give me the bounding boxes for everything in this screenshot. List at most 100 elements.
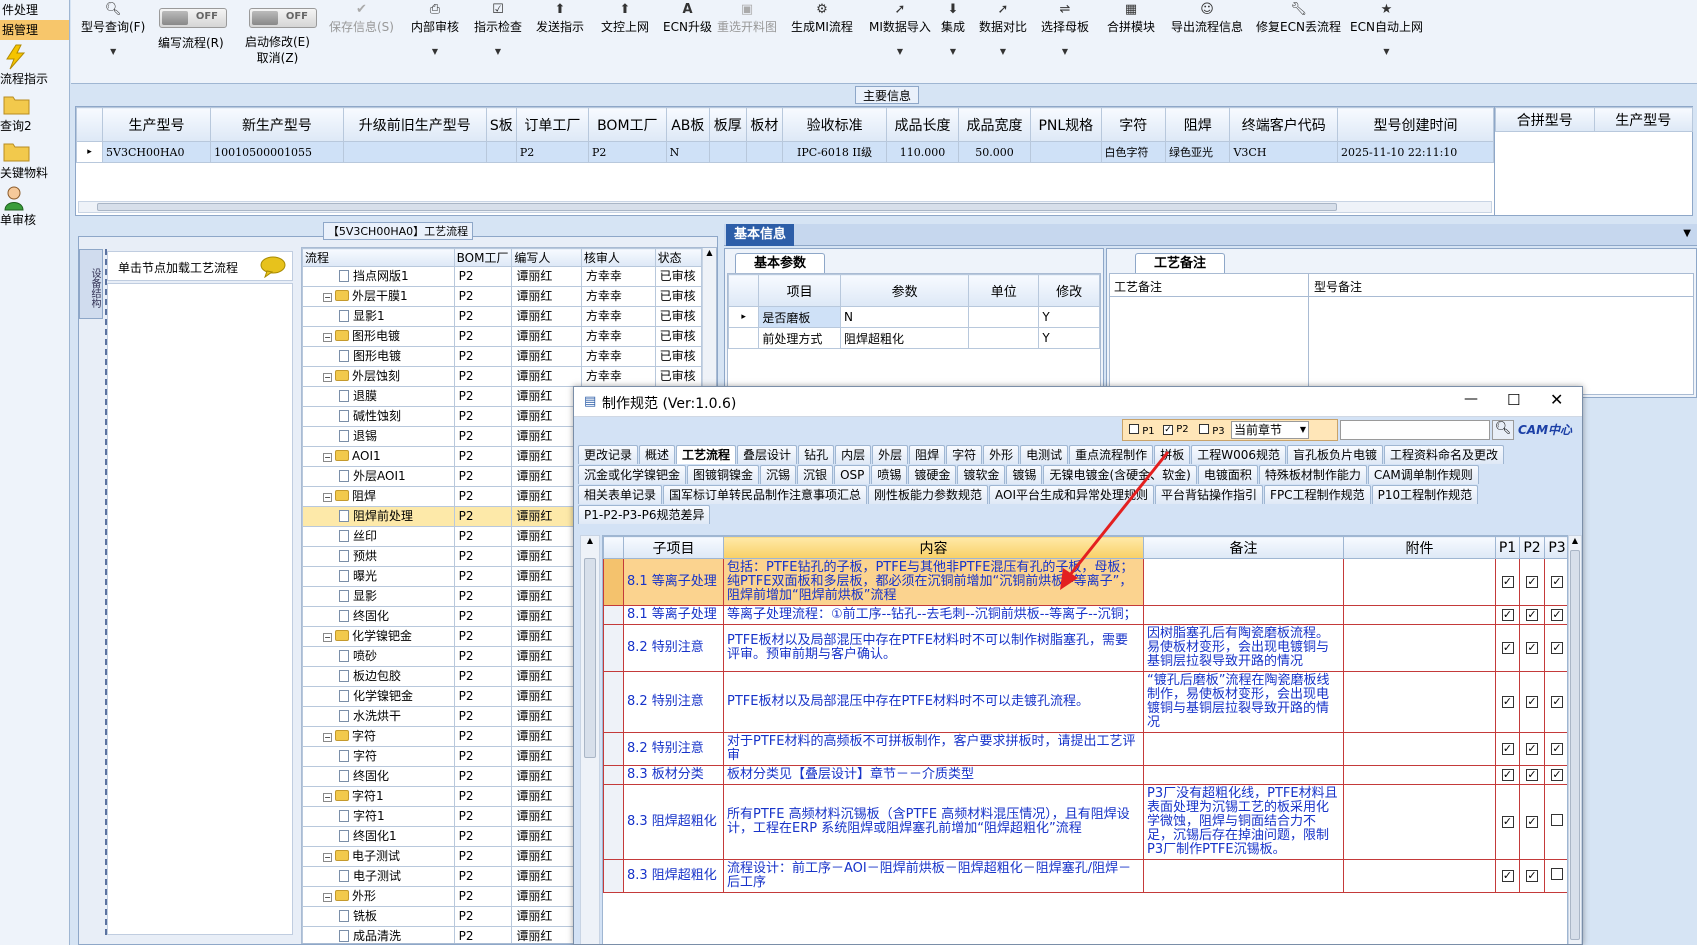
spec-attachment[interactable]	[1343, 784, 1496, 860]
spec-tab[interactable]: 国军标订单转民品制作注意事项汇总	[663, 485, 868, 504]
spec-tab[interactable]: 喷锡	[871, 465, 908, 484]
collapse-toggle-icon[interactable]: −	[323, 633, 332, 642]
fix-ecn-lost-flow-button[interactable]: 🔧︎ 修复ECN丢流程	[1256, 2, 1341, 35]
flow-col-header[interactable]: BOM工厂	[453, 248, 513, 267]
spec-p2-checkbox[interactable]: ✓	[1526, 576, 1538, 588]
flow-col-header[interactable]: 流程	[302, 248, 455, 267]
spec-tab[interactable]: 钻孔	[798, 445, 835, 464]
basic-param-row[interactable]: ▸ 是否磨板 N Y	[727, 306, 1100, 328]
search-input[interactable]	[1340, 420, 1490, 440]
main-info-cell[interactable]	[745, 141, 784, 163]
collapse-toggle-icon[interactable]: −	[323, 333, 332, 342]
panel-menu-arrow-icon[interactable]: ▼	[1683, 228, 1691, 239]
spec-p2-checkbox[interactable]: ✓	[1526, 769, 1538, 781]
basic-param-row[interactable]: 前处理方式 阻焊超粗化 Y	[727, 327, 1100, 349]
spec-tab[interactable]: 工艺流程	[676, 445, 737, 464]
main-info-cell[interactable]: 2025-11-10 22:11:10	[1336, 141, 1494, 163]
main-info-cell[interactable]: 50.000	[958, 141, 1032, 163]
instruction-check-button[interactable]: ☑ 指示检查 ▼	[474, 2, 522, 56]
main-info-col-header[interactable]: 阻焊	[1164, 107, 1231, 142]
spec-p3-checkbox[interactable]: ✓	[1551, 609, 1563, 621]
flow-col-header[interactable]: 编写人	[511, 248, 582, 267]
spec-tab[interactable]: 阻焊	[909, 445, 946, 464]
main-info-cell[interactable]: 110.000	[885, 141, 960, 163]
search-button[interactable]: 🔍︎	[1492, 420, 1514, 440]
model-query-button[interactable]: 🔍︎ 型号查询(F) ▼	[81, 2, 145, 56]
spec-tab[interactable]: 沉锡	[760, 465, 797, 484]
spec-p1-checkbox[interactable]: ✓	[1501, 696, 1514, 708]
spec-tab[interactable]: 图镀铜镍金	[687, 465, 760, 484]
tab-basic-params[interactable]: 基本参数	[735, 253, 826, 273]
spec-tab[interactable]: 盲孔板负片电镀	[1286, 445, 1383, 464]
minimize-button[interactable]: —	[1464, 391, 1478, 407]
tab-process-notes[interactable]: 工艺备注	[1135, 253, 1226, 273]
spec-tab[interactable]: 外层	[872, 445, 909, 464]
spec-attachment[interactable]	[1343, 671, 1496, 733]
edit-flow-toggle[interactable]: OFF	[159, 8, 229, 30]
basic-param-item[interactable]: 前处理方式	[758, 327, 841, 349]
row-selector[interactable]	[603, 732, 624, 766]
spec-tab[interactable]: 概述	[639, 445, 676, 464]
flow-tree-row[interactable]: 挡点网版1 P2 谭丽红 方幸幸 已审核	[302, 266, 703, 287]
spec-attachment[interactable]	[1343, 624, 1496, 672]
spec-p1-checkbox[interactable]: ✓	[1501, 576, 1514, 588]
main-info-col-header[interactable]: AB板	[665, 107, 710, 142]
spec-attachment[interactable]	[1343, 732, 1496, 766]
basic-param-col-header[interactable]: 项目	[758, 274, 841, 307]
spec-col-header[interactable]: P1	[1495, 536, 1520, 559]
main-info-col-header[interactable]: PNL规格	[1030, 107, 1102, 142]
basic-info-header[interactable]: 基本信息	[726, 224, 795, 246]
data-compare-button[interactable]: ➚ 数据对比 ▼	[979, 2, 1027, 56]
main-info-cell[interactable]: P2	[515, 141, 589, 163]
doc-control-online-button[interactable]: ⬆ 文控上网	[601, 2, 649, 35]
flow-tree-row[interactable]: − 外层蚀刻 P2 谭丽红 方幸幸 已审核	[302, 366, 703, 387]
basic-param-unit[interactable]	[968, 306, 1040, 328]
spec-vscroll-left[interactable]: ▲	[580, 535, 600, 944]
main-info-col-header[interactable]: BOM工厂	[587, 107, 667, 142]
mi-data-import-button[interactable]: ➚ MI数据导入 ▼	[869, 2, 931, 56]
main-info-cell[interactable]	[1030, 141, 1102, 163]
basic-param-item[interactable]: 是否磨板	[758, 306, 841, 328]
spec-tab[interactable]: 镀软金	[957, 465, 1006, 484]
row-selector[interactable]	[603, 765, 624, 785]
spec-row[interactable]: 8.2 特别注意 对于PTFE材料的高频板不可拼板制作，客户要求拼板时，请提出工艺…	[603, 732, 1567, 766]
spec-p1-checkbox[interactable]: ✓	[1501, 642, 1514, 654]
main-info-col-header[interactable]: S板	[485, 107, 517, 142]
filter-p1[interactable]: P1	[1129, 424, 1155, 437]
spec-tab[interactable]: 沉银	[797, 465, 834, 484]
filter-p3[interactable]: P3	[1199, 424, 1225, 437]
flow-col-header[interactable]: 状态	[654, 248, 703, 267]
spec-col-header[interactable]: 附件	[1343, 536, 1496, 559]
side-col-header[interactable]: 生产型号	[1593, 107, 1693, 132]
collapse-toggle-icon[interactable]: −	[323, 733, 332, 742]
spec-row[interactable]: 8.1 等离子处理 等离子处理流程：①前工序--钻孔--去毛刺--沉铜前烘板--等…	[603, 605, 1567, 625]
spec-p3-checkbox[interactable]	[1551, 814, 1563, 826]
basic-param-col-header[interactable]: 单位	[968, 274, 1040, 307]
close-button[interactable]: ✕	[1550, 390, 1563, 409]
generate-mi-flow-button[interactable]: ⚙ 生成MI流程	[791, 2, 853, 35]
spec-tab[interactable]: 内层	[835, 445, 872, 464]
spec-p3-checkbox[interactable]: ✓	[1551, 696, 1563, 708]
spec-tab[interactable]: 工程W006规范	[1191, 445, 1286, 464]
basic-param-modify[interactable]: Y	[1038, 327, 1100, 349]
spec-tab[interactable]: 刚性板能力参数规范	[868, 485, 989, 504]
filter-p2[interactable]: ✓ P2	[1163, 424, 1189, 435]
main-info-cell[interactable]	[708, 141, 747, 163]
spec-tab[interactable]: OSP	[834, 465, 871, 484]
main-info-cell[interactable]	[342, 141, 487, 163]
main-info-cell[interactable]: P2	[587, 141, 667, 163]
flow-tree-row[interactable]: − 图形电镀 P2 谭丽红 方幸幸 已审核	[302, 326, 703, 347]
spec-p2-checkbox[interactable]: ✓	[1526, 870, 1538, 882]
main-info-cell[interactable]: 10010500001055	[210, 141, 344, 163]
ecn-auto-online-button[interactable]: ★ ECN自动上网 ▼	[1350, 2, 1423, 56]
spec-col-header[interactable]: P3	[1544, 536, 1567, 559]
flow-tree-row[interactable]: 显影1 P2 谭丽红 方幸幸 已审核	[302, 306, 703, 327]
main-info-col-header[interactable]: 成品宽度	[958, 107, 1032, 142]
spec-tab[interactable]: 字符	[946, 445, 983, 464]
row-selector[interactable]	[603, 859, 624, 893]
basic-param-modify[interactable]: Y	[1038, 306, 1100, 328]
vertical-tab-equipment[interactable]: 设备结构	[79, 249, 103, 319]
spec-p1-checkbox[interactable]: ✓	[1501, 743, 1514, 755]
basic-param-unit[interactable]	[968, 327, 1040, 349]
spec-attachment[interactable]	[1343, 558, 1496, 606]
